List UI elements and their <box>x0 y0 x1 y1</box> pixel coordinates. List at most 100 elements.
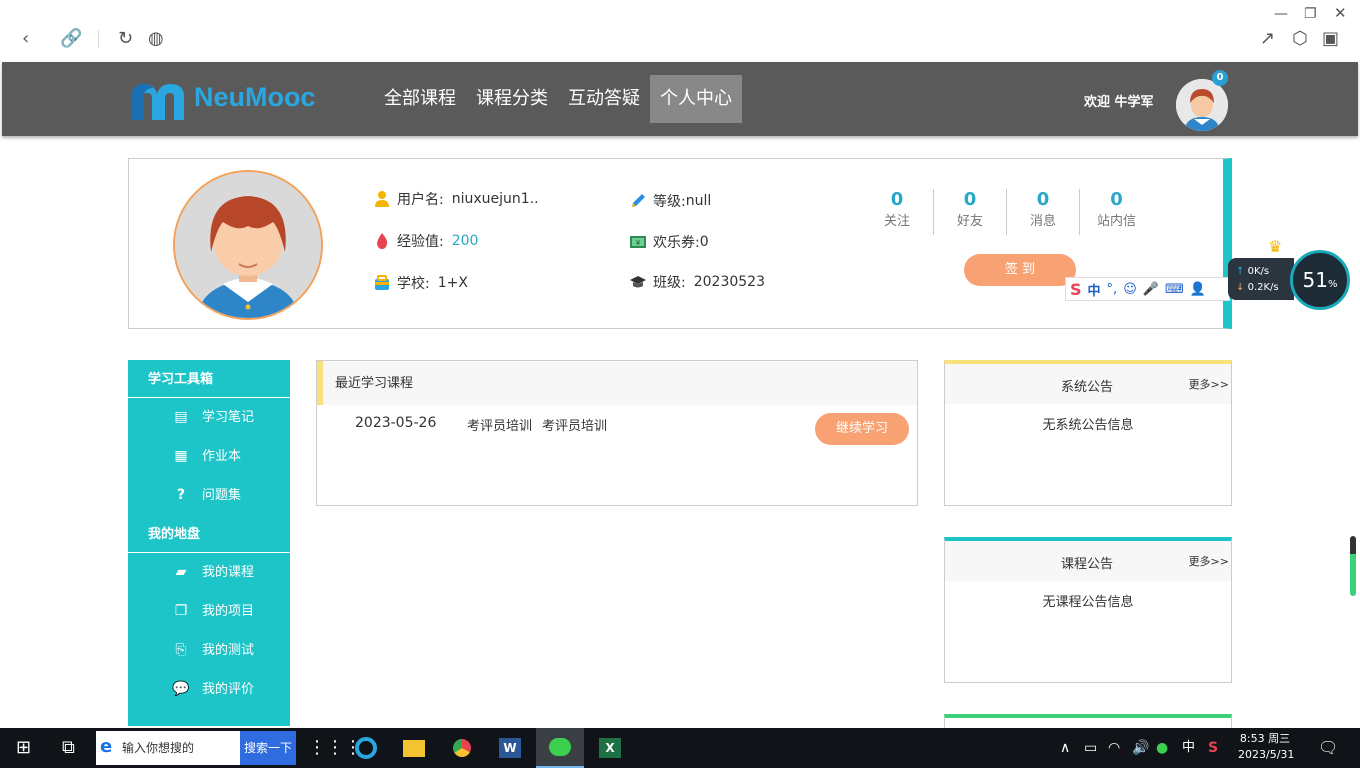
page-scrollbar[interactable] <box>1350 536 1356 596</box>
username-label: 用户名: <box>397 192 444 208</box>
taskbar-search-input[interactable]: 输入你想搜的 <box>96 731 240 765</box>
tray-expand-icon[interactable]: ∧ <box>1060 736 1070 760</box>
course-notice-panel: 课程公告 更多>> 无课程公告信息 <box>944 537 1232 683</box>
recent-course-name[interactable]: 考评员培训 <box>467 415 532 434</box>
coupon-label: 欢乐券: <box>653 235 700 251</box>
stat-follow[interactable]: 0 关注 <box>861 189 934 235</box>
sogou-tray-icon[interactable]: S <box>1208 736 1218 760</box>
sidebar-item-homework[interactable]: ▦ 作业本 <box>128 437 290 476</box>
course-notice-empty: 无课程公告信息 <box>1042 595 1134 610</box>
course-notice-more-link[interactable]: 更多>> <box>1189 553 1229 569</box>
notification-center-icon[interactable]: 🗨 <box>1318 736 1338 760</box>
stat-messages[interactable]: 0 消息 <box>1007 189 1080 235</box>
memory-gauge[interactable]: 51% <box>1290 250 1350 310</box>
ie-icon: e <box>100 736 113 757</box>
battery-icon[interactable]: ▭ <box>1084 736 1097 760</box>
nav-qa[interactable]: 互动答疑 <box>558 75 650 123</box>
system-notice-empty: 无系统公告信息 <box>1042 418 1134 433</box>
windows-taskbar: ⊞ ⧉ 输入你想搜的 e 搜索一下 ⋮⋮⋮ W X ∧ ▭ ◠ 🔊 ● 中 S … <box>0 728 1360 768</box>
wechat-icon <box>549 738 571 756</box>
sidebar-item-label: 我的课程 <box>202 565 255 580</box>
reload-icon[interactable]: ↻ <box>118 29 133 49</box>
wifi-icon[interactable]: ◠ <box>1108 736 1120 760</box>
taskbar-app-chrome[interactable] <box>438 728 486 768</box>
cube-icon[interactable]: ⬡ <box>1292 29 1308 49</box>
sidebar-item-my-tests[interactable]: ⎘ 我的测试 <box>128 631 290 670</box>
stat-messages-count: 0 <box>1036 189 1050 210</box>
sidebar-item-questions[interactable]: ? 问题集 <box>128 476 290 515</box>
pencil-icon <box>632 194 645 207</box>
school-label: 学校: <box>397 276 430 292</box>
header-avatar[interactable] <box>1176 79 1228 131</box>
clock-time: 8:53 周三 <box>1239 732 1291 745</box>
close-icon[interactable]: ✕ <box>1334 3 1347 23</box>
taskbar-app-excel[interactable]: X <box>586 728 634 768</box>
sidebar-item-my-projects[interactable]: ❐ 我的项目 <box>128 592 290 631</box>
sidebar-item-label: 问题集 <box>202 488 242 503</box>
book-icon: ▰ <box>175 564 187 580</box>
taskbar-app-word[interactable]: W <box>486 728 534 768</box>
excel-icon: X <box>599 738 621 758</box>
project-icon: ❐ <box>174 603 188 619</box>
main-nav: 全部课程 课程分类 互动答疑 个人中心 <box>374 75 742 123</box>
recent-courses-panel: 最近学习课程 2023-05-26 考评员培训 考评员培训 继续学习 <box>316 360 918 506</box>
volume-icon[interactable]: 🔊 <box>1132 736 1149 760</box>
sidebar-item-my-reviews[interactable]: 💬 我的评价 <box>128 670 290 709</box>
extension-icon[interactable]: ▣ <box>1322 29 1339 49</box>
coupon-row: ¥ 欢乐券: 0 <box>629 232 709 252</box>
graduation-cap-icon <box>630 276 646 288</box>
share-icon[interactable]: ↗ <box>1260 29 1275 49</box>
stat-follow-count: 0 <box>890 189 904 210</box>
windows-start-icon[interactable]: ⊞ <box>16 736 31 760</box>
tray-ime-lang[interactable]: 中 <box>1182 736 1195 760</box>
link-icon[interactable]: 🔗 <box>60 29 82 49</box>
restore-icon[interactable]: ❐ <box>1304 4 1317 24</box>
question-icon: ? <box>176 487 186 503</box>
exp-row: 经验值: 200 <box>373 231 478 251</box>
sidebar-item-label: 我的评价 <box>202 682 255 697</box>
ime-lang[interactable]: 中 <box>1088 280 1101 299</box>
vip-crown-icon: ♛ <box>1268 237 1283 256</box>
keyboard-icon[interactable]: ⌨ <box>1165 282 1184 297</box>
sidebar-item-my-courses[interactable]: ▰ 我的课程 <box>128 553 290 592</box>
ime-toolbar[interactable]: S 中 °, ☺ 🎤 ⌨ 👤 <box>1065 277 1230 301</box>
minimize-icon[interactable]: — <box>1274 4 1288 24</box>
task-view-icon[interactable]: ⧉ <box>62 736 75 760</box>
taskbar-search-button[interactable]: 搜索一下 <box>240 731 296 765</box>
neumooc-logo[interactable]: NeuMooc <box>130 72 340 126</box>
emoji-icon[interactable]: ☺ <box>1123 282 1137 297</box>
punctuation-icon[interactable]: °, <box>1107 282 1118 297</box>
sidebar-item-label: 我的项目 <box>202 604 255 619</box>
globe-icon[interactable]: ◍ <box>148 29 164 49</box>
taskbar-clock[interactable]: 8:53 周三 2023/5/31 <box>1238 731 1294 763</box>
course-notice-header: 课程公告 更多>> <box>945 541 1231 581</box>
nav-personal-center[interactable]: 个人中心 <box>650 75 742 123</box>
back-icon[interactable]: ‹ <box>22 29 29 49</box>
skin-icon[interactable]: 👤 <box>1190 282 1206 297</box>
level-value: null <box>685 193 712 209</box>
system-notice-more-link[interactable]: 更多>> <box>1189 376 1229 392</box>
sidebar-item-label: 我的测试 <box>202 643 255 658</box>
recent-course-date: 2023-05-26 <box>355 415 437 431</box>
signin-button[interactable]: 签 到 <box>964 254 1076 286</box>
stat-inbox[interactable]: 0 站内信 <box>1080 189 1153 235</box>
microphone-icon[interactable]: 🎤 <box>1143 282 1159 297</box>
stat-friends[interactable]: 0 好友 <box>934 189 1007 235</box>
wechat-tray-icon[interactable]: ● <box>1156 736 1168 760</box>
username-row: 用户名: niuxuejun1.. <box>373 189 539 209</box>
taskbar-app-wechat[interactable] <box>536 728 584 768</box>
upload-arrow-icon: ↑ <box>1236 266 1245 277</box>
system-notice-panel: 系统公告 更多>> 无系统公告信息 <box>944 360 1232 506</box>
nav-all-courses[interactable]: 全部课程 <box>374 75 466 123</box>
logo-mark-icon <box>132 84 184 120</box>
recent-course-name[interactable]: 考评员培训 <box>542 415 607 434</box>
system-notice-title: 系统公告 <box>1060 380 1113 395</box>
taskbar-app-browser[interactable] <box>342 728 390 768</box>
recent-courses-title: 最近学习课程 <box>317 361 917 405</box>
continue-learning-button[interactable]: 继续学习 <box>815 413 909 445</box>
school-value: 1+X <box>437 275 468 291</box>
nav-course-categories[interactable]: 课程分类 <box>466 75 558 123</box>
sidebar-item-notes[interactable]: ▤ 学习笔记 <box>128 398 290 437</box>
network-speed-widget: ↑ 0K/s ↓ 0.2K/s <box>1228 258 1294 300</box>
taskbar-app-explorer[interactable] <box>390 728 438 768</box>
